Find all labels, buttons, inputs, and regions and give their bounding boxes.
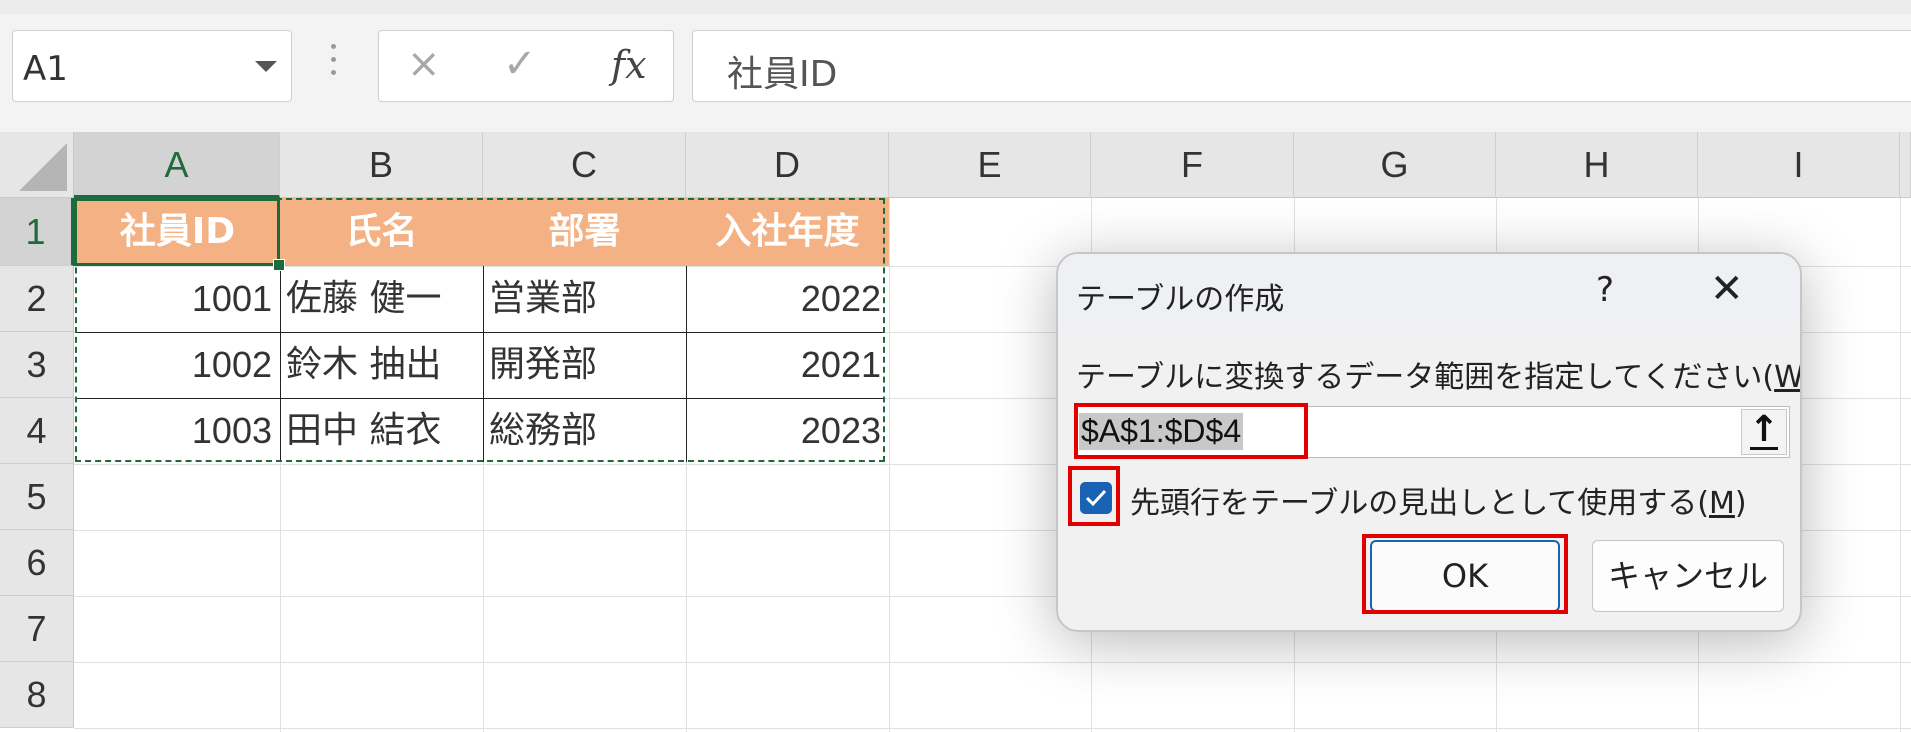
column-header-a[interactable]: A <box>74 132 280 198</box>
has-headers-label-key: M <box>1709 486 1735 521</box>
highlight-checkbox-box <box>1068 466 1120 526</box>
select-all-icon <box>19 143 67 191</box>
close-icon[interactable]: ✕ <box>1710 266 1744 312</box>
range-prompt-key: W <box>1774 360 1802 395</box>
column-header-g[interactable]: G <box>1294 132 1496 198</box>
cancel-button[interactable]: キャンセル <box>1592 540 1784 612</box>
row-header-4[interactable]: 4 <box>0 398 74 464</box>
range-prompt: テーブルに変換するデータ範囲を指定してください(W) <box>1076 352 1802 396</box>
fill-handle[interactable] <box>273 259 285 271</box>
collapse-dialog-button[interactable]: ↑ <box>1741 409 1787 455</box>
drag-handle-icon[interactable] <box>330 44 338 84</box>
active-cell-border <box>74 198 280 266</box>
name-box[interactable]: A1 <box>12 30 292 102</box>
column-header-h[interactable]: H <box>1496 132 1698 198</box>
insert-function-icon[interactable]: fx <box>611 43 647 87</box>
column-header-b[interactable]: B <box>280 132 483 198</box>
has-headers-label[interactable]: 先頭行をテーブルの見出しとして使用する(M) <box>1130 478 1747 522</box>
range-prompt-text: テーブルに変換するデータ範囲を指定してください( <box>1076 360 1775 395</box>
name-box-value: A1 <box>23 49 68 89</box>
help-icon[interactable]: ? <box>1596 270 1614 310</box>
column-header-j[interactable] <box>1900 132 1911 198</box>
formula-value: 社員ID <box>727 54 838 95</box>
formula-bar: A1 × ✓ fx 社員ID <box>0 0 1911 132</box>
arrow-up-icon: ↑ <box>1748 409 1780 450</box>
row-header-2[interactable]: 2 <box>0 266 74 332</box>
row-header-6[interactable]: 6 <box>0 530 74 596</box>
row-header-1[interactable]: 1 <box>0 198 74 266</box>
collapse-underline <box>1750 447 1778 450</box>
gridline <box>74 662 1911 663</box>
highlight-range-box <box>1074 403 1308 459</box>
has-headers-label-text: 先頭行をテーブルの見出しとして使用する( <box>1130 486 1710 521</box>
chevron-down-icon[interactable] <box>255 61 277 72</box>
row-header-5[interactable]: 5 <box>0 464 74 530</box>
check-icon[interactable]: ✓ <box>503 41 537 87</box>
column-header-d[interactable]: D <box>686 132 889 198</box>
dialog-title: テーブルの作成 <box>1076 282 1285 317</box>
dialog-title-bar[interactable]: テーブルの作成 ? ✕ <box>1058 254 1800 332</box>
gridline <box>74 728 1911 729</box>
row-header-3[interactable]: 3 <box>0 332 74 398</box>
gridline <box>1900 198 1901 732</box>
formula-input[interactable]: 社員ID <box>692 30 1911 102</box>
column-header-e[interactable]: E <box>889 132 1091 198</box>
has-headers-label-end: ) <box>1734 486 1747 521</box>
row-header-8[interactable]: 8 <box>0 662 74 728</box>
formula-buttons: × ✓ fx <box>378 30 674 102</box>
column-header-i[interactable]: I <box>1698 132 1900 198</box>
ribbon-edge <box>0 0 1911 14</box>
highlight-ok-box <box>1362 534 1568 614</box>
column-header-f[interactable]: F <box>1091 132 1294 198</box>
row-header-7[interactable]: 7 <box>0 596 74 662</box>
select-all-button[interactable] <box>0 132 74 198</box>
column-header-c[interactable]: C <box>483 132 686 198</box>
gridline <box>889 198 890 732</box>
cancel-icon[interactable]: × <box>407 41 441 87</box>
